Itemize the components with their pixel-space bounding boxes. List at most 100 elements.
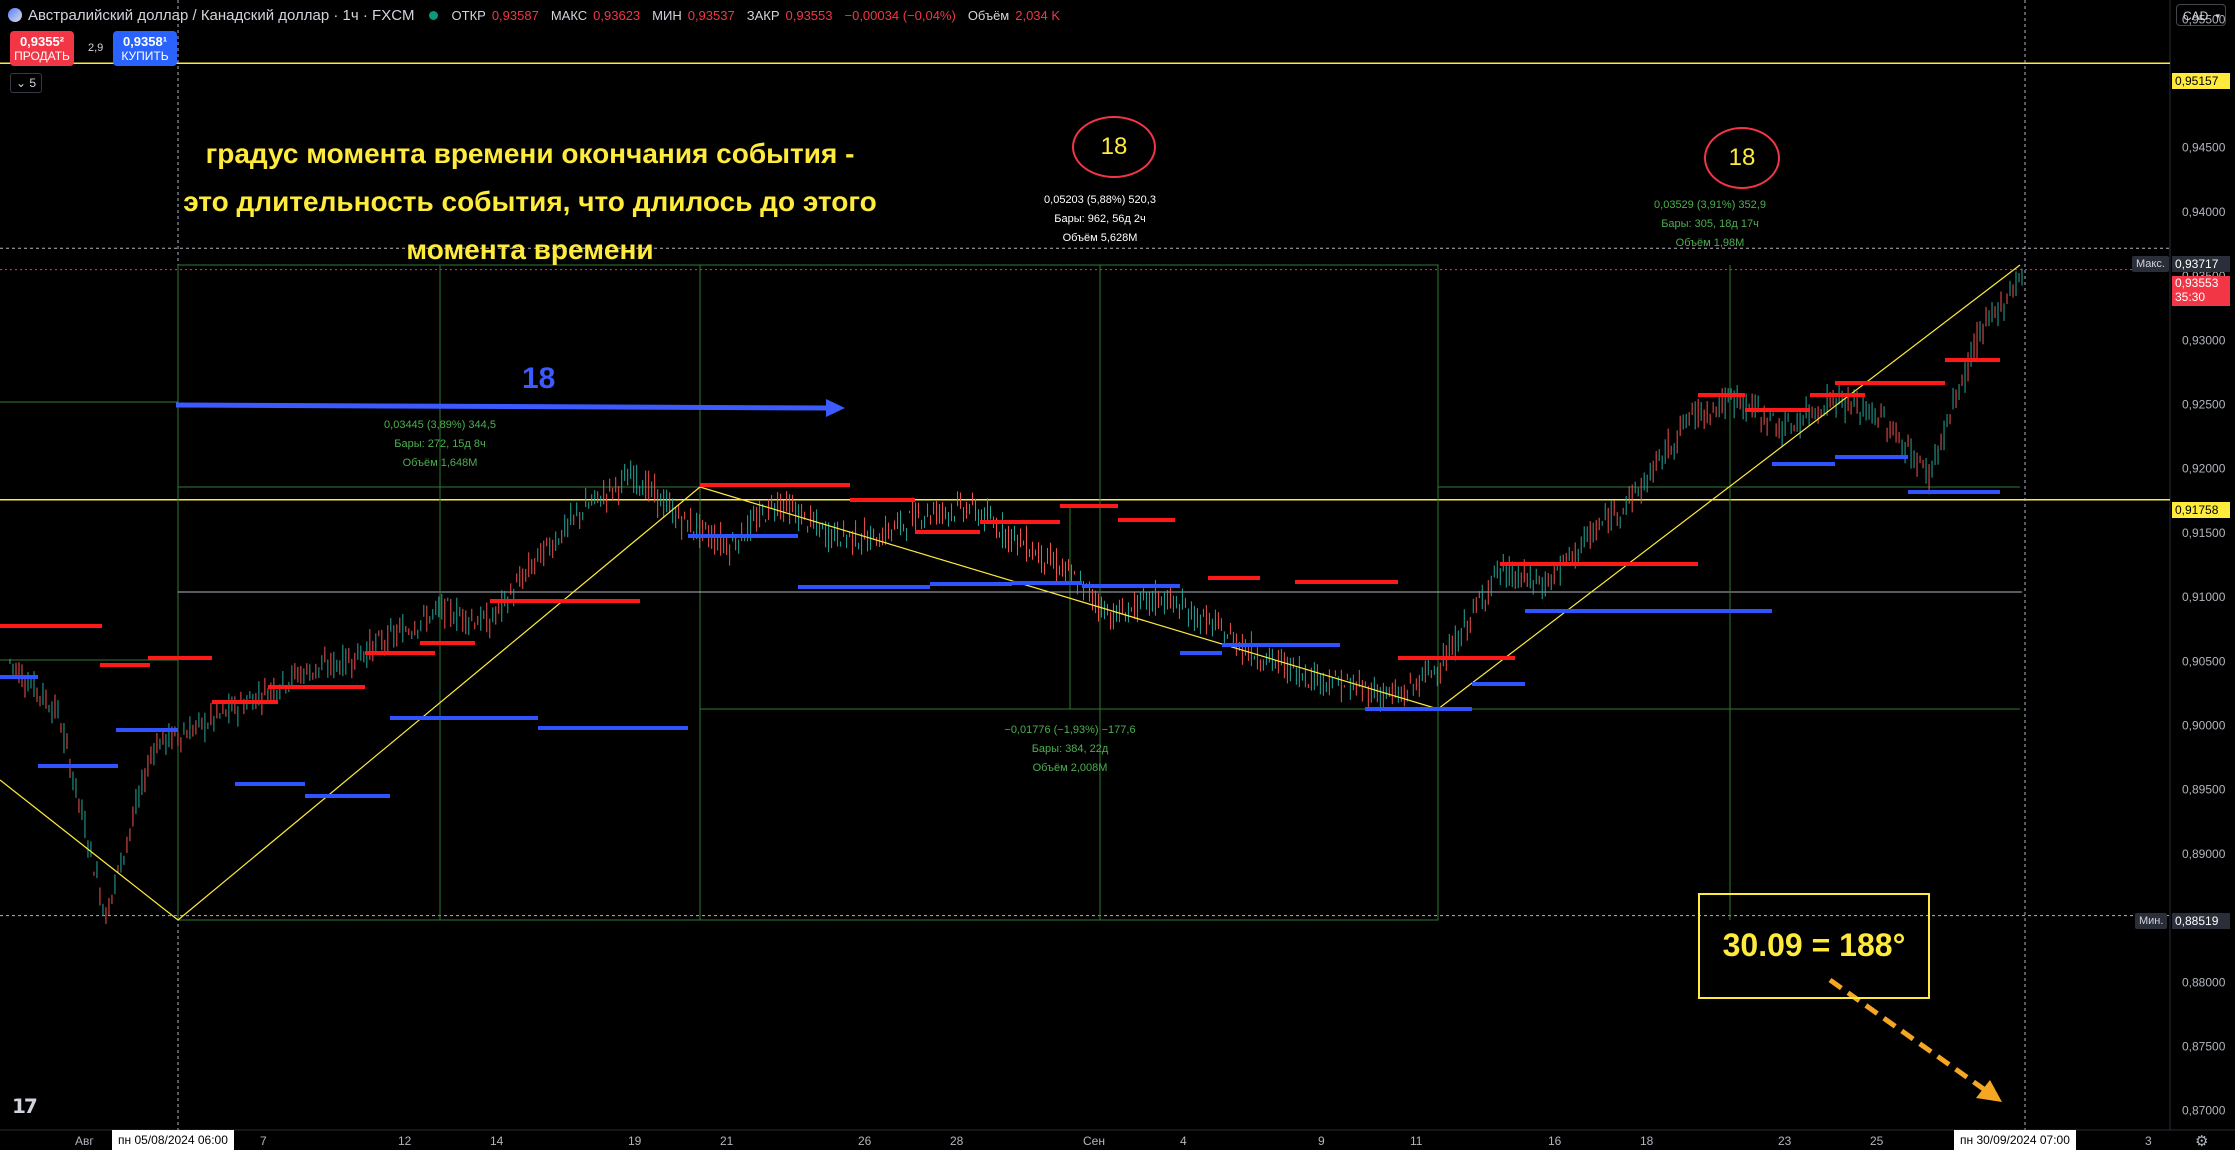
measure-label[interactable]: 0,03529 (3,91%) 352,9 Бары: 305, 18д 17ч…: [1600, 196, 1820, 253]
hline-price-label: 0,95157: [2172, 73, 2230, 89]
measure-line: Объём 1,648M: [402, 457, 478, 469]
price-tick-label: 0,92000: [2182, 462, 2226, 476]
measure-line: Бары: 384, 22д: [1031, 743, 1109, 755]
time-tick-label: 4: [1180, 1134, 1187, 1148]
circle-annotation[interactable]: 18: [1704, 127, 1780, 189]
low-value: 0,93537: [687, 7, 735, 23]
time-tick-label: 14: [490, 1134, 504, 1148]
time-tick-label: 19: [628, 1134, 642, 1148]
trend-line[interactable]: [699, 486, 1439, 710]
measure-line: Объём 2,008M: [1032, 762, 1108, 774]
price-tick-label: 0,94000: [2182, 205, 2226, 219]
open-key: ОТКР: [451, 7, 486, 23]
measure-line: Бары: 962, 56д 2ч: [1054, 213, 1146, 225]
price-tick-label: 0,89500: [2182, 783, 2226, 797]
time-tick-label: 26: [858, 1134, 872, 1148]
trend-line[interactable]: [0, 779, 179, 921]
price-tick-label: 0,87500: [2182, 1040, 2226, 1054]
volume-key: Объём: [967, 7, 1010, 23]
annotation-line: момента времени: [406, 234, 654, 265]
price-tick-label: 0,91000: [2182, 590, 2226, 604]
symbol-header: Австралийский доллар / Канадский доллар …: [8, 4, 1066, 26]
symbol-logo-icon: [8, 8, 22, 22]
market-status-icon: [428, 10, 438, 20]
hline-price-label: 0,91758: [2172, 502, 2230, 518]
measure-line: Объём 5,628M: [1062, 232, 1138, 244]
countdown: 35:30: [2175, 290, 2206, 304]
change-value: −0,00034 (−0,04%): [844, 7, 956, 23]
buy-price: 0,9358¹: [122, 34, 168, 49]
measure-line: −0,01776 (−1,93%) −177,6: [1004, 724, 1136, 736]
indicators-toggle-button[interactable]: ⌄ 5: [10, 73, 42, 93]
currency-select[interactable]: CAD ▾: [2176, 4, 2226, 26]
measure-line: 0,03445 (3,89%) 344,5: [384, 419, 496, 431]
min-tag: Мин.: [2135, 913, 2168, 929]
sell-label: ПРОДАТЬ: [14, 49, 70, 63]
price-tick-label: 0,90000: [2182, 719, 2226, 733]
time-tick-label: 9: [1318, 1134, 1325, 1148]
time-tick-label: 16: [1548, 1134, 1562, 1148]
buy-button[interactable]: 0,9358¹ КУПИТЬ: [113, 31, 177, 66]
time-tick-label: 28: [950, 1134, 964, 1148]
blue-arrow-label[interactable]: 18: [522, 362, 555, 396]
high-value: 0,93623: [593, 7, 641, 23]
measure-label[interactable]: −0,01776 (−1,93%) −177,6 Бары: 384, 22д …: [960, 721, 1180, 778]
sell-price: 0,9355²: [19, 34, 65, 49]
time-tick-label: 12: [398, 1134, 412, 1148]
time-tick-label: Авг: [75, 1134, 94, 1148]
max-price-label: 0,93717: [2172, 256, 2230, 272]
measure-label[interactable]: 0,03445 (3,89%) 344,5 Бары: 272, 15д 8ч …: [330, 416, 550, 473]
time-tick-label: 23: [1778, 1134, 1792, 1148]
tradingview-logo-icon: 𝟭𝟳: [12, 1096, 38, 1118]
measure-line: 0,03529 (3,91%) 352,9: [1654, 199, 1766, 211]
price-tick-label: 0,94500: [2182, 141, 2226, 155]
last-price: 0,93553: [2175, 276, 2219, 290]
chevron-down-icon: ▾: [2215, 11, 2220, 21]
annotation-line: это длительность события, что длилось до…: [183, 186, 877, 217]
time-tick-label: 11: [1410, 1134, 1423, 1148]
price-tick-label: 0,90500: [2182, 654, 2226, 668]
measure-line: Бары: 305, 18д 17ч: [1661, 218, 1759, 230]
gear-icon[interactable]: ⚙: [2195, 1132, 2208, 1150]
symbol-title[interactable]: Австралийский доллар / Канадский доллар …: [28, 7, 415, 24]
buy-label: КУПИТЬ: [121, 49, 169, 63]
time-tick-label: 7: [260, 1134, 267, 1148]
measure-line: 0,05203 (5,88%) 520,3: [1044, 194, 1156, 206]
main-annotation-text[interactable]: градус момента времени окончания события…: [180, 130, 880, 274]
circle-annotation[interactable]: 18: [1072, 116, 1156, 178]
price-tick-label: 0,91500: [2182, 526, 2226, 540]
max-tag: Макс.: [2132, 256, 2169, 272]
sell-button[interactable]: 0,9355² ПРОДАТЬ: [10, 31, 74, 66]
open-value: 0,93587: [491, 7, 539, 23]
close-key: ЗАКР: [746, 7, 780, 23]
low-key: МИН: [652, 7, 682, 23]
indicators-count: 5: [29, 76, 37, 90]
price-tick-label: 0,89000: [2182, 847, 2226, 861]
time-tick-label: 21: [720, 1134, 734, 1148]
min-price-label: 0,88519: [2172, 913, 2230, 929]
date-degree-box[interactable]: 30.09 = 188°: [1698, 893, 1930, 999]
orange-arrow-head: [1976, 1080, 2002, 1102]
crosshair-time-label: пн 05/08/2024 06:00: [112, 1130, 234, 1150]
price-tick-label: 0,87000: [2182, 1104, 2226, 1118]
blue-arrow[interactable]: [175, 402, 831, 411]
time-tick-label: 3: [2145, 1134, 2152, 1148]
time-tick-label: 18: [1640, 1134, 1654, 1148]
volume-value: 2,034 K: [1015, 7, 1061, 23]
chevron-down-icon: ⌄: [15, 76, 27, 90]
measure-label[interactable]: 0,05203 (5,88%) 520,3 Бары: 962, 56д 2ч …: [990, 191, 1210, 248]
last-price-label: 0,93553 35:30: [2172, 276, 2230, 306]
time-tick-label: Сен: [1083, 1134, 1105, 1148]
crosshair-time-label: пн 30/09/2024 07:00: [1954, 1130, 2076, 1150]
blue-arrow-head: [826, 399, 845, 417]
close-value: 0,93553: [785, 7, 833, 23]
price-tick-label: 0,93000: [2182, 333, 2226, 347]
currency-value: CAD: [2183, 9, 2209, 23]
spread-value: 2,9: [88, 42, 104, 54]
annotation-line: градус момента времени окончания события…: [205, 138, 855, 169]
price-tick-label: 0,88000: [2182, 975, 2226, 989]
high-key: МАКС: [550, 7, 588, 23]
measure-line: Бары: 272, 15д 8ч: [394, 438, 486, 450]
measure-line: Объём 1,98M: [1675, 237, 1745, 249]
price-tick-label: 0,92500: [2182, 397, 2226, 411]
